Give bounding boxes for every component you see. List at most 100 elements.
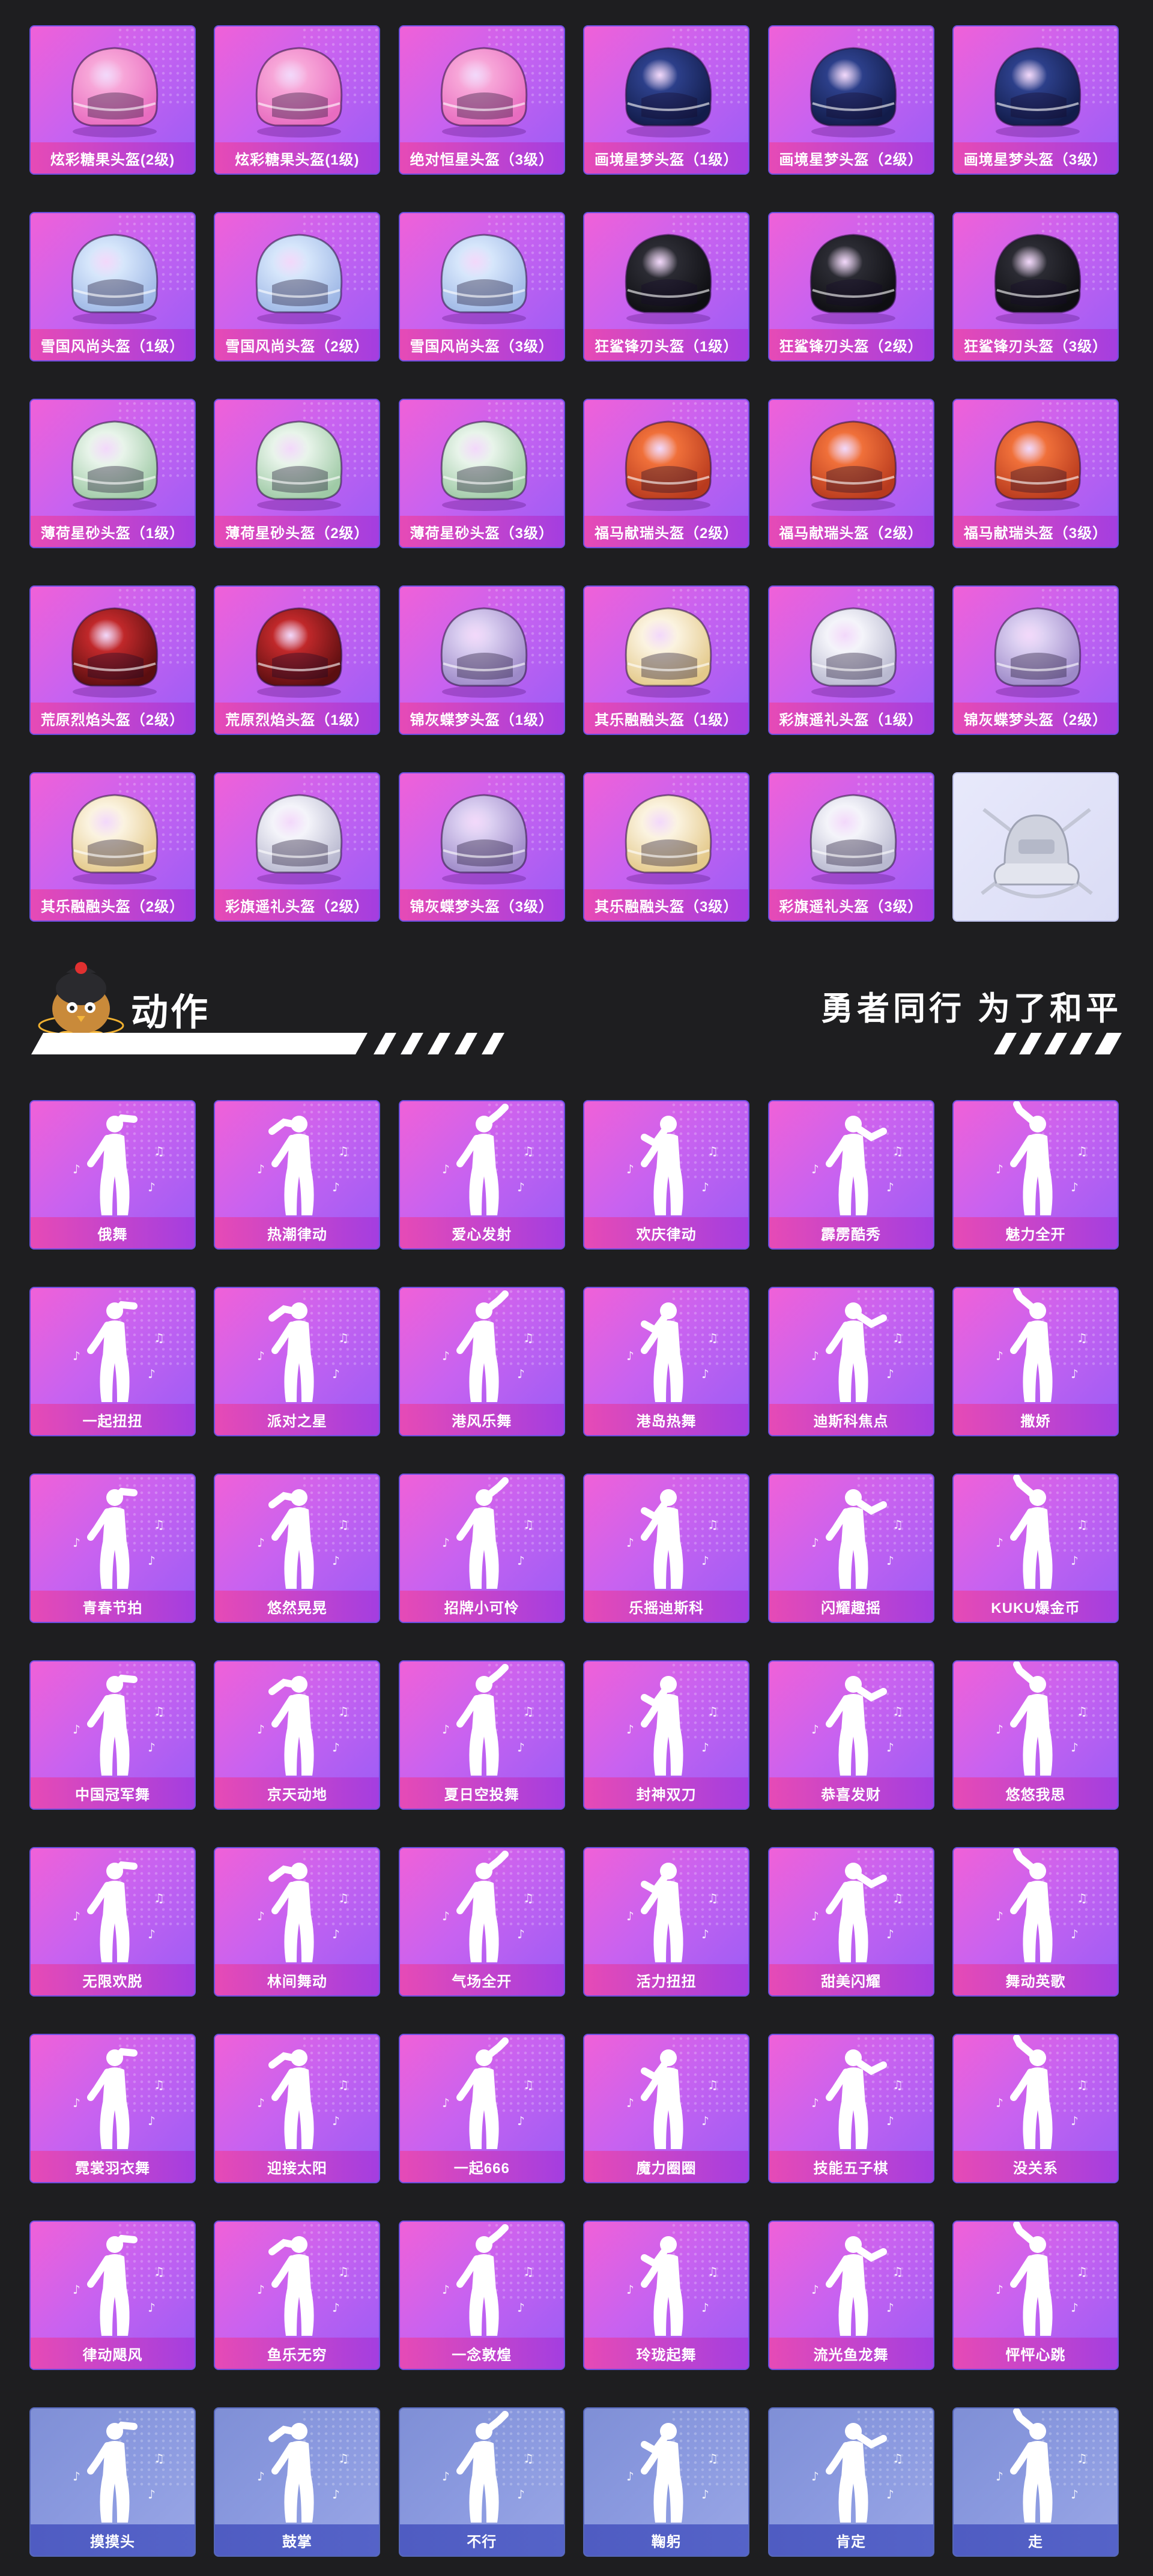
helmet-card[interactable]: 薄荷星砂头盔（2级） xyxy=(214,399,381,548)
dancer-silhouette-icon: ♪ ♫ ♪ xyxy=(400,1661,564,1780)
emote-card[interactable]: ♪ ♫ ♪ 欢庆律动 xyxy=(583,1100,750,1250)
emote-card[interactable]: ♪ ♫ ♪ 霓裳羽衣舞 xyxy=(29,2034,196,2183)
emote-card[interactable]: ♪ ♫ ♪ 不行 xyxy=(398,2407,565,2557)
helmet-card[interactable]: 薄荷星砂头盔（1级） xyxy=(29,399,196,548)
helmet-card[interactable]: 彩旗遥礼头盔（3级） xyxy=(767,772,934,922)
emote-card-label: 玲珑起舞 xyxy=(584,2338,749,2369)
helmet-card[interactable]: 锦灰蝶梦头盔（3级） xyxy=(398,772,565,922)
emote-card[interactable]: ♪ ♫ ♪ 迎接太阳 xyxy=(214,2034,381,2183)
emote-card[interactable]: ♪ ♫ ♪ 没关系 xyxy=(952,2034,1119,2183)
helmet-card[interactable]: 福马献瑞头盔（2级） xyxy=(767,399,934,548)
helmet-card[interactable]: 绝对恒星头盔（3级） xyxy=(398,25,565,175)
helmet-card[interactable]: 其乐融融头盔（1级） xyxy=(583,585,750,735)
emote-card[interactable]: ♪ ♫ ♪ 一起666 xyxy=(398,2034,565,2183)
emote-card[interactable]: ♪ ♫ ♪ 港岛热舞 xyxy=(583,1287,750,1436)
emote-card[interactable]: ♪ ♫ ♪ 青春节拍 xyxy=(29,1474,196,1623)
emote-card[interactable]: ♪ ♫ ♪ KUKU爆金币 xyxy=(952,1474,1119,1623)
emote-card[interactable]: ♪ ♫ ♪ 派对之星 xyxy=(214,1287,381,1436)
emote-card[interactable]: ♪ ♫ ♪ 招牌小可怜 xyxy=(398,1474,565,1623)
emote-card[interactable]: ♪ ♫ ♪ 甜美闪耀 xyxy=(767,1847,934,1997)
emote-card[interactable]: ♪ ♫ ♪ 一起扭扭 xyxy=(29,1287,196,1436)
helmet-card[interactable]: 雪国风尚头盔（3级） xyxy=(398,212,565,361)
emote-card[interactable]: ♪ ♫ ♪ 京天动地 xyxy=(214,1660,381,1810)
emote-card-label: 封神双刀 xyxy=(584,1777,749,1809)
helmet-card[interactable]: 福马献瑞头盔（2级） xyxy=(583,399,750,548)
emote-card[interactable]: ♪ ♫ ♪ 霹雳酷秀 xyxy=(767,1100,934,1250)
emote-card[interactable]: ♪ ♫ ♪ 悠悠我思 xyxy=(952,1660,1119,1810)
helmet-card[interactable]: 其乐融融头盔（3级） xyxy=(583,772,750,922)
blue-star-helmet-icon xyxy=(584,26,748,145)
dancer-silhouette-icon: ♪ ♫ ♪ xyxy=(954,2222,1118,2340)
emote-card-label: 夏日空投舞 xyxy=(399,1777,564,1809)
emote-card[interactable]: ♪ ♫ ♪ 鞠躬 xyxy=(583,2407,750,2557)
emote-card[interactable]: ♪ ♫ ♪ 技能五子棋 xyxy=(767,2034,934,2183)
helmet-card-label: 画境星梦头盔（2级） xyxy=(769,142,933,174)
helmet-card[interactable]: 画境星梦头盔（2级） xyxy=(767,25,934,175)
svg-text:♪: ♪ xyxy=(996,1722,1003,1737)
svg-text:♪: ♪ xyxy=(886,1740,894,1755)
emote-card[interactable]: ♪ ♫ ♪ 悠然晃晃 xyxy=(214,1474,381,1623)
helmet-card[interactable]: 雪国风尚头盔（1级） xyxy=(29,212,196,361)
emote-card[interactable]: ♪ ♫ ♪ 玲珑起舞 xyxy=(583,2221,750,2370)
emote-card[interactable]: ♪ ♫ ♪ 鼓掌 xyxy=(214,2407,381,2557)
emote-card[interactable]: ♪ ♫ ♪ 闪耀趣摇 xyxy=(767,1474,934,1623)
helmet-card[interactable]: 狂鲨锋刃头盔（1级） xyxy=(583,212,750,361)
emote-card[interactable]: ♪ ♫ ♪ 俄舞 xyxy=(29,1100,196,1250)
emote-card[interactable]: ♪ ♫ ♪ 走 xyxy=(952,2407,1119,2557)
helmet-card[interactable]: 荒原烈焰头盔（1级） xyxy=(214,585,381,735)
emote-card[interactable]: ♪ ♫ ♪ 活力扭扭 xyxy=(583,1847,750,1997)
svg-text:♫: ♫ xyxy=(154,1517,165,1532)
helmet-card[interactable]: 其乐融融头盔（2级） xyxy=(29,772,196,922)
helmet-card[interactable]: 狂鲨锋刃头盔（3级） xyxy=(952,212,1119,361)
helmet-card[interactable]: 画境星梦头盔（3级） xyxy=(952,25,1119,175)
helmet-card[interactable]: 荒原烈焰头盔（2级） xyxy=(29,585,196,735)
emote-card[interactable]: ♪ ♫ ♪ 一念敦煌 xyxy=(398,2221,565,2370)
emote-card[interactable]: ♪ ♫ ♪ 封神双刀 xyxy=(583,1660,750,1810)
helmet-card[interactable]: 狂鲨锋刃头盔（2级） xyxy=(767,212,934,361)
svg-text:♪: ♪ xyxy=(626,1349,634,1363)
emote-card[interactable]: ♪ ♫ ♪ 中国冠军舞 xyxy=(29,1660,196,1810)
helmet-card[interactable]: 锦灰蝶梦头盔（2级） xyxy=(952,585,1119,735)
helmet-card[interactable]: 炫彩糖果头盔(2级) xyxy=(29,25,196,175)
helmet-card[interactable]: 薄荷星砂头盔（3级） xyxy=(398,399,565,548)
emote-card[interactable]: ♪ ♫ ♪ 肯定 xyxy=(767,2407,934,2557)
emote-card[interactable]: ♪ ♫ ♪ 林间舞动 xyxy=(214,1847,381,1997)
emote-card[interactable]: ♪ ♫ ♪ 鱼乐无穷 xyxy=(214,2221,381,2370)
emote-card-label: KUKU爆金币 xyxy=(953,1591,1118,1622)
emote-card[interactable]: ♪ ♫ ♪ 无限欢脱 xyxy=(29,1847,196,1997)
helmet-card[interactable]: 彩旗遥礼头盔（1级） xyxy=(767,585,934,735)
emote-card[interactable]: ♪ ♫ ♪ 怦怦心跳 xyxy=(952,2221,1119,2370)
emote-card[interactable]: ♪ ♫ ♪ 爱心发射 xyxy=(398,1100,565,1250)
emote-card[interactable]: ♪ ♫ ♪ 律动飓风 xyxy=(29,2221,196,2370)
helmet-card-label: 锦灰蝶梦头盔（1级） xyxy=(399,703,564,734)
helmet-card[interactable]: 彩旗遥礼头盔（2级） xyxy=(214,772,381,922)
dancer-silhouette-icon: ♪ ♫ ♪ xyxy=(769,1661,933,1780)
helmet-card[interactable] xyxy=(952,772,1119,922)
dancer-silhouette-icon: ♪ ♫ ♪ xyxy=(954,1288,1118,1406)
emote-card[interactable]: ♪ ♫ ♪ 撒娇 xyxy=(952,1287,1119,1436)
emote-card[interactable]: ♪ ♫ ♪ 夏日空投舞 xyxy=(398,1660,565,1810)
dancer-silhouette-icon: ♪ ♫ ♪ xyxy=(584,1475,748,1593)
emote-card[interactable]: ♪ ♫ ♪ 迪斯科焦点 xyxy=(767,1287,934,1436)
svg-text:♪: ♪ xyxy=(886,2114,894,2128)
emote-card[interactable]: ♪ ♫ ♪ 气场全开 xyxy=(398,1847,565,1997)
emote-card[interactable]: ♪ ♫ ♪ 流光鱼龙舞 xyxy=(767,2221,934,2370)
emote-card[interactable]: ♪ ♫ ♪ 热潮律动 xyxy=(214,1100,381,1250)
emote-card[interactable]: ♪ ♫ ♪ 港风乐舞 xyxy=(398,1287,565,1436)
emote-card[interactable]: ♪ ♫ ♪ 恭喜发财 xyxy=(767,1660,934,1810)
helmet-card[interactable]: 画境星梦头盔（1级） xyxy=(583,25,750,175)
svg-text:♪: ♪ xyxy=(257,1162,265,1176)
emote-card[interactable]: ♪ ♫ ♪ 魅力全开 xyxy=(952,1100,1119,1250)
emote-card[interactable]: ♪ ♫ ♪ 摸摸头 xyxy=(29,2407,196,2557)
emote-card[interactable]: ♪ ♫ ♪ 舞动英歌 xyxy=(952,1847,1119,1997)
helmet-card[interactable]: 福马献瑞头盔（3级） xyxy=(952,399,1119,548)
slogan-underline-stripes xyxy=(994,1033,1123,1054)
emote-card[interactable]: ♪ ♫ ♪ 乐摇迪斯科 xyxy=(583,1474,750,1623)
svg-text:♫: ♫ xyxy=(523,2451,534,2466)
emote-card[interactable]: ♪ ♫ ♪ 魔力圈圈 xyxy=(583,2034,750,2183)
helmet-card[interactable]: 锦灰蝶梦头盔（1级） xyxy=(398,585,565,735)
helmet-card[interactable]: 雪国风尚头盔（2级） xyxy=(214,212,381,361)
emote-card-label: 港岛热舞 xyxy=(584,1404,749,1435)
helmet-card-label: 荒原烈焰头盔（1级） xyxy=(215,703,380,734)
helmet-card[interactable]: 炫彩糖果头盔(1级) xyxy=(214,25,381,175)
